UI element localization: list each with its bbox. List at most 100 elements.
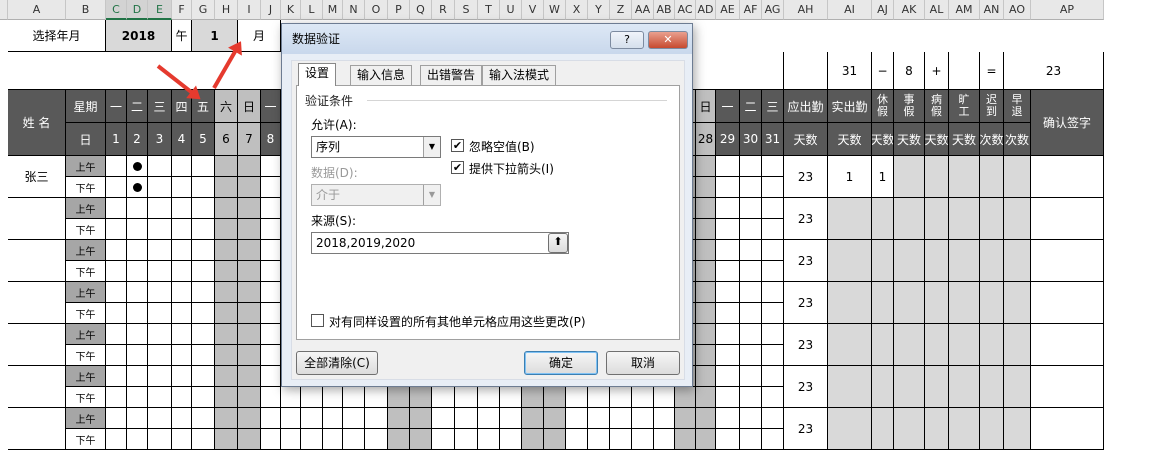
attendance-cell[interactable] (238, 366, 261, 387)
attendance-cell[interactable] (192, 282, 215, 303)
column-header[interactable]: AP (1031, 0, 1104, 20)
attendance-cell[interactable] (522, 408, 544, 429)
attendance-cell[interactable] (632, 429, 654, 450)
attendance-cell[interactable] (740, 282, 762, 303)
attendance-cell[interactable] (696, 324, 716, 345)
attendance-cell[interactable] (215, 219, 238, 240)
attendance-cell[interactable] (238, 177, 261, 198)
attendance-cell[interactable] (127, 261, 148, 282)
attendance-cell[interactable] (192, 408, 215, 429)
tab-ime-mode[interactable]: 输入法模式 (482, 65, 557, 85)
attendance-cell[interactable] (432, 408, 455, 429)
column-header[interactable]: F (172, 0, 192, 20)
attendance-cell[interactable] (281, 429, 301, 450)
attendance-cell[interactable] (343, 408, 365, 429)
attendance-cell[interactable] (148, 240, 172, 261)
attendance-cell[interactable] (610, 408, 632, 429)
attendance-cell[interactable] (192, 240, 215, 261)
attendance-cell[interactable] (343, 429, 365, 450)
attendance-cell[interactable] (696, 282, 716, 303)
attendance-cell[interactable] (215, 324, 238, 345)
attendance-cell[interactable] (762, 219, 784, 240)
column-header[interactable]: AD (696, 0, 716, 20)
attendance-cell[interactable] (172, 303, 192, 324)
attendance-cell[interactable] (172, 177, 192, 198)
attendance-cell[interactable] (588, 408, 610, 429)
attendance-cell[interactable] (544, 429, 566, 450)
attendance-cell[interactable] (716, 345, 740, 366)
attendance-cell[interactable] (500, 429, 522, 450)
attendance-cell[interactable] (148, 408, 172, 429)
column-header[interactable]: AO (1004, 0, 1031, 20)
attendance-cell[interactable] (127, 177, 148, 198)
attendance-cell[interactable] (365, 387, 388, 408)
attendance-cell[interactable] (740, 219, 762, 240)
attendance-cell[interactable] (740, 429, 762, 450)
attendance-cell[interactable] (522, 429, 544, 450)
attendance-cell[interactable] (455, 387, 478, 408)
attendance-cell[interactable] (696, 387, 716, 408)
attendance-cell[interactable] (127, 345, 148, 366)
attendance-cell[interactable] (261, 156, 281, 177)
column-header[interactable]: U (500, 0, 522, 20)
attendance-cell[interactable] (696, 240, 716, 261)
ignore-blank-checkbox[interactable]: ✔ (451, 139, 464, 152)
attendance-cell[interactable] (323, 429, 343, 450)
column-header[interactable]: I (238, 0, 261, 20)
attendance-cell[interactable] (261, 198, 281, 219)
attendance-cell[interactable] (172, 198, 192, 219)
attendance-cell[interactable] (172, 156, 192, 177)
row-sign[interactable] (1031, 198, 1104, 240)
attendance-cell[interactable] (127, 219, 148, 240)
attendance-cell[interactable] (343, 387, 365, 408)
attendance-cell[interactable] (740, 324, 762, 345)
attendance-cell[interactable] (740, 303, 762, 324)
attendance-cell[interactable] (106, 177, 127, 198)
column-header[interactable]: X (566, 0, 588, 20)
attendance-cell[interactable] (106, 387, 127, 408)
attendance-cell[interactable] (215, 408, 238, 429)
attendance-cell[interactable] (432, 429, 455, 450)
attendance-cell[interactable] (762, 324, 784, 345)
attendance-cell[interactable] (238, 303, 261, 324)
attendance-cell[interactable] (762, 261, 784, 282)
attendance-cell[interactable] (238, 240, 261, 261)
attendance-cell[interactable] (388, 429, 410, 450)
attendance-cell[interactable] (192, 366, 215, 387)
column-header[interactable]: H (215, 0, 238, 20)
attendance-cell[interactable] (410, 387, 432, 408)
column-header[interactable]: B (66, 0, 106, 20)
attendance-cell[interactable] (106, 408, 127, 429)
attendance-cell[interactable] (215, 303, 238, 324)
attendance-cell[interactable] (261, 387, 281, 408)
attendance-cell[interactable] (127, 408, 148, 429)
attendance-cell[interactable] (762, 366, 784, 387)
column-header[interactable]: V (522, 0, 544, 20)
attendance-cell[interactable] (588, 429, 610, 450)
attendance-cell[interactable] (740, 345, 762, 366)
column-header[interactable]: M (323, 0, 343, 20)
attendance-cell[interactable] (261, 303, 281, 324)
attendance-cell[interactable] (566, 429, 588, 450)
attendance-cell[interactable] (696, 366, 716, 387)
attendance-cell[interactable] (261, 366, 281, 387)
attendance-cell[interactable] (654, 408, 675, 429)
allow-select[interactable]: 序列 ▼ (311, 136, 441, 158)
attendance-cell[interactable] (172, 240, 192, 261)
attendance-cell[interactable] (238, 429, 261, 450)
attendance-cell[interactable] (192, 324, 215, 345)
attendance-cell[interactable] (192, 387, 215, 408)
attendance-cell[interactable] (261, 261, 281, 282)
attendance-cell[interactable] (696, 408, 716, 429)
column-header[interactable]: T (478, 0, 500, 20)
attendance-cell[interactable] (544, 408, 566, 429)
attendance-cell[interactable] (148, 387, 172, 408)
attendance-cell[interactable] (238, 282, 261, 303)
apply-all-checkbox[interactable] (311, 314, 324, 327)
attendance-cell[interactable] (696, 177, 716, 198)
attendance-cell[interactable] (675, 429, 696, 450)
attendance-cell[interactable] (632, 408, 654, 429)
attendance-cell[interactable] (716, 156, 740, 177)
column-header[interactable]: AL (925, 0, 949, 20)
dropdown-arrow-checkbox[interactable]: ✔ (451, 161, 464, 174)
